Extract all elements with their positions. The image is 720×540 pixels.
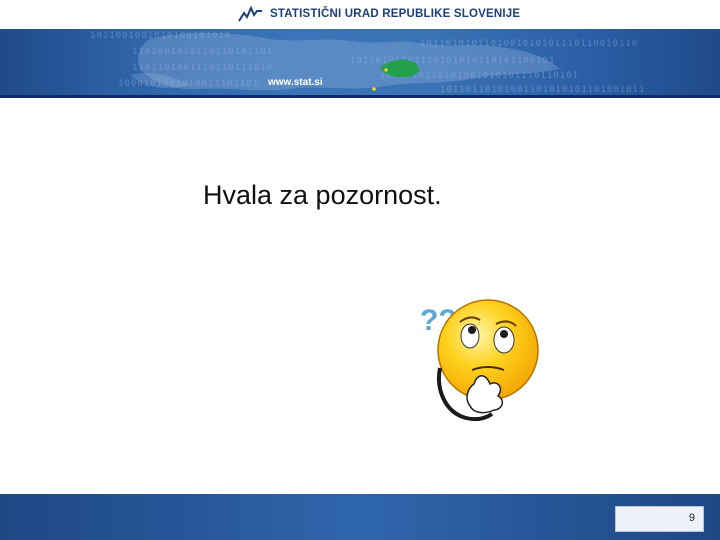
page-number: 9 [688,512,695,524]
slide-title: Hvala za pozornost. [203,180,442,210]
page-number-box: 9 [615,506,704,532]
org-logo: STATISTIČNI URAD REPUBLIKE SLOVENIJE [238,4,520,24]
footer-bar [0,494,720,540]
organization-name: STATISTIČNI URAD REPUBLIKE SLOVENIJE [270,8,521,20]
thinking-smiley-icon: ?? [420,299,539,422]
header-banner: STATISTIČNI URAD REPUBLIKE SLOVENIJE 101… [0,0,720,98]
header-divider [0,95,720,98]
europe-map-icon [130,32,560,91]
website-url: www.stat.si [268,77,323,88]
stat-logo-icon [238,5,262,22]
header-map-band: 1011001001010100101010 11010010101101101… [0,29,720,95]
